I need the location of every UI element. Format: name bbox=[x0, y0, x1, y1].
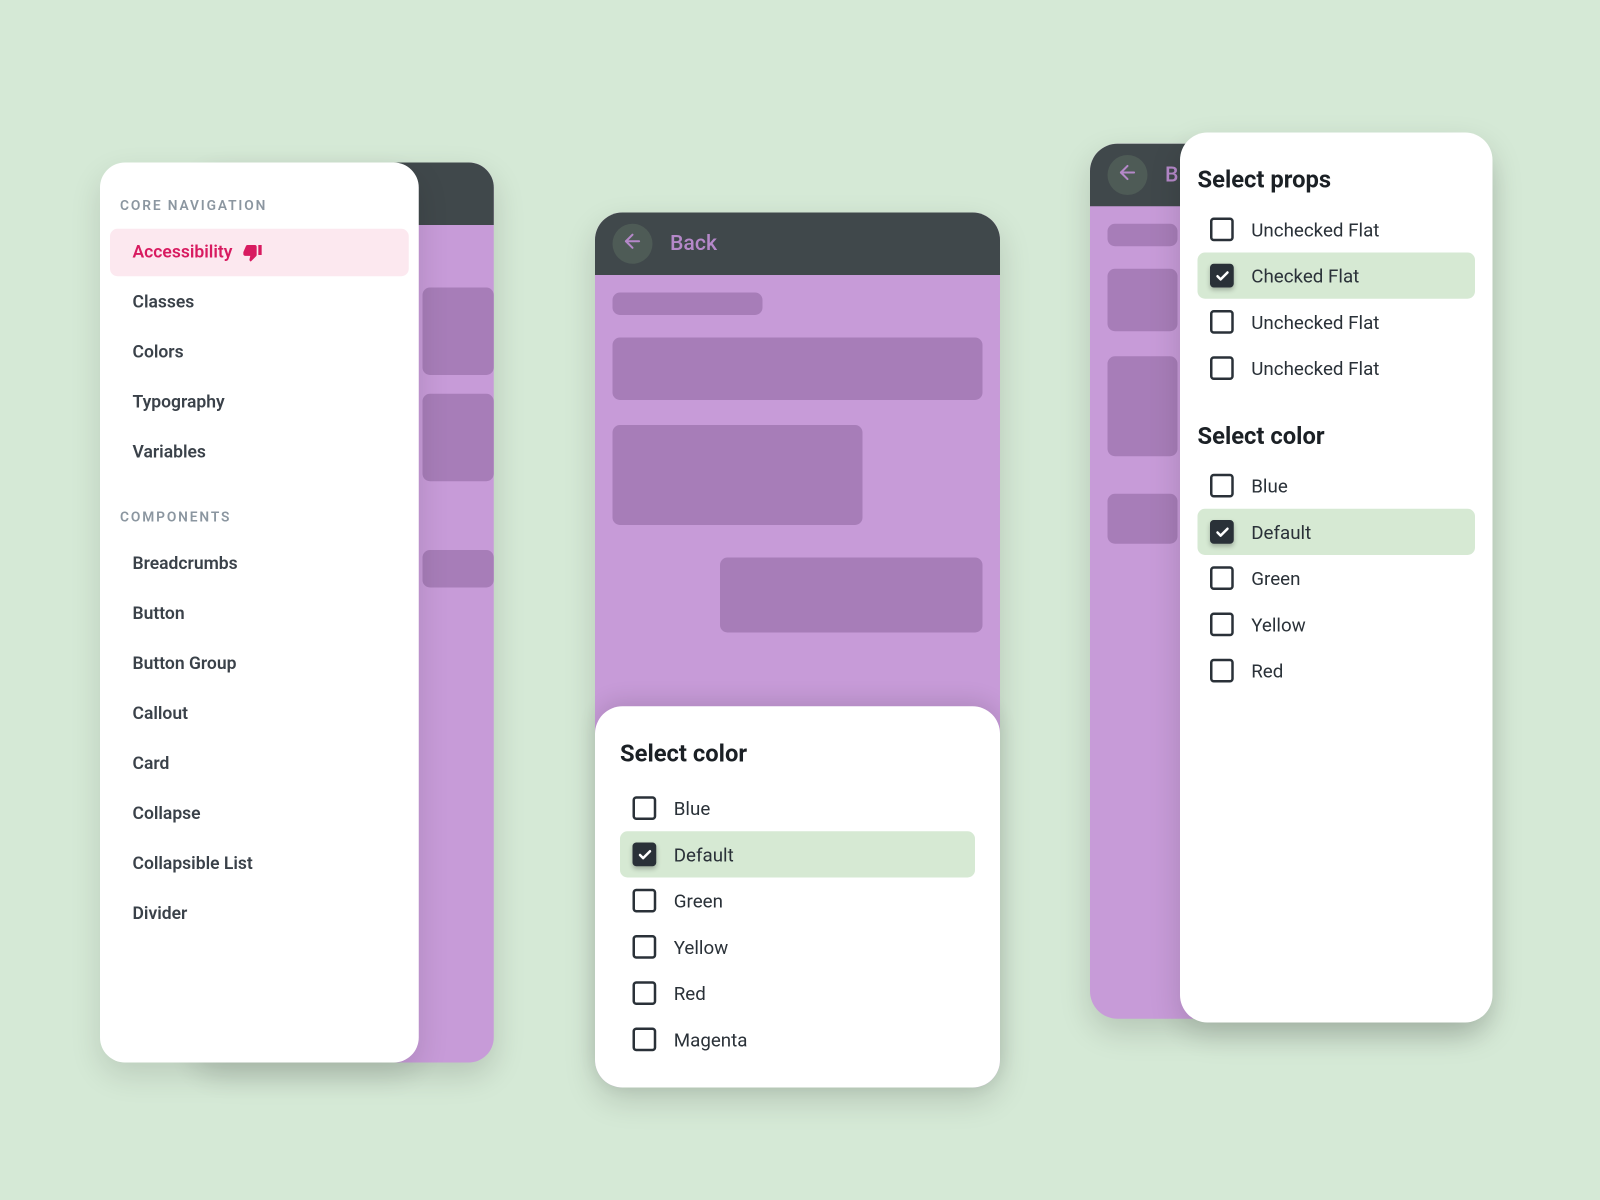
option-label: Unchecked Flat bbox=[1251, 311, 1379, 334]
sheet-title: Select color bbox=[620, 739, 975, 768]
nav-item-variables[interactable]: Variables bbox=[110, 429, 409, 477]
option-green[interactable]: Green bbox=[1198, 555, 1476, 601]
option-label: Green bbox=[1251, 567, 1300, 590]
nav-item-typography[interactable]: Typography bbox=[110, 379, 409, 427]
placeholder-block bbox=[1108, 269, 1178, 332]
panel2-card: Back Select color Blue Default Green Yel… bbox=[595, 213, 1000, 1088]
option-label: Red bbox=[674, 982, 706, 1005]
option-label: Yellow bbox=[1251, 613, 1306, 636]
option-default[interactable]: Default bbox=[620, 831, 975, 877]
panel3-side-sheet: Select props Unchecked Flat Checked Flat… bbox=[1180, 133, 1493, 1023]
option-label: Blue bbox=[674, 797, 711, 820]
placeholder-block bbox=[1108, 224, 1178, 247]
option-red[interactable]: Red bbox=[620, 970, 975, 1016]
option-label: Yellow bbox=[674, 936, 729, 959]
nav-item-label: Colors bbox=[133, 343, 184, 363]
placeholder-block bbox=[423, 394, 494, 482]
arrow-left-icon bbox=[621, 230, 644, 258]
checkbox-icon bbox=[633, 981, 657, 1005]
option-label: Unchecked Flat bbox=[1251, 218, 1379, 241]
nav-item-classes[interactable]: Classes bbox=[110, 279, 409, 327]
panel2-header: Back bbox=[595, 213, 1000, 276]
option-yellow[interactable]: Yellow bbox=[620, 924, 975, 970]
checkbox-icon bbox=[633, 935, 657, 959]
option-label: Checked Flat bbox=[1251, 264, 1359, 287]
nav-item-collapse[interactable]: Collapse bbox=[110, 790, 409, 838]
nav-item-button[interactable]: Button bbox=[110, 590, 409, 638]
nav-item-button-group[interactable]: Button Group bbox=[110, 640, 409, 688]
back-button[interactable] bbox=[1108, 155, 1148, 195]
placeholder-block bbox=[423, 288, 494, 376]
nav-item-label: Breadcrumbs bbox=[133, 554, 238, 574]
option-label: Default bbox=[674, 843, 734, 866]
placeholder-block bbox=[720, 558, 983, 633]
nav-item-label: Accessibility bbox=[133, 243, 233, 263]
checkbox-icon bbox=[1210, 566, 1234, 590]
nav-item-label: Typography bbox=[133, 393, 225, 413]
nav-drawer: CORE NAVIGATION Accessibility Classes Co… bbox=[100, 163, 419, 1063]
checkbox-icon bbox=[1210, 310, 1234, 334]
nav-item-accessibility[interactable]: Accessibility bbox=[110, 229, 409, 277]
option-checked-flat[interactable]: Checked Flat bbox=[1198, 253, 1476, 299]
nav-item-label: Callout bbox=[133, 704, 188, 724]
checkbox-icon bbox=[1210, 264, 1234, 288]
panel2-bottom-sheet: Select color Blue Default Green Yellow R… bbox=[595, 706, 1000, 1087]
nav-item-label: Classes bbox=[133, 293, 195, 313]
nav-section-title-core: CORE NAVIGATION bbox=[100, 198, 419, 229]
checkbox-icon bbox=[1210, 356, 1234, 380]
option-magenta[interactable]: Magenta bbox=[620, 1016, 975, 1062]
nav-item-label: Divider bbox=[133, 904, 188, 924]
checkbox-icon bbox=[633, 889, 657, 913]
placeholder-block bbox=[613, 425, 863, 525]
sheet-title-color: Select color bbox=[1198, 421, 1476, 450]
checkbox-icon bbox=[1210, 659, 1234, 683]
back-label-truncated: B bbox=[1165, 163, 1178, 188]
nav-item-label: Collapse bbox=[133, 804, 201, 824]
checkbox-icon bbox=[633, 1028, 657, 1052]
checkbox-icon bbox=[1210, 520, 1234, 544]
option-blue[interactable]: Blue bbox=[1198, 463, 1476, 509]
option-red[interactable]: Red bbox=[1198, 648, 1476, 694]
nav-item-callout[interactable]: Callout bbox=[110, 690, 409, 738]
option-label: Red bbox=[1251, 659, 1283, 682]
nav-item-divider[interactable]: Divider bbox=[110, 890, 409, 938]
nav-item-label: Collapsible List bbox=[133, 854, 253, 874]
option-yellow[interactable]: Yellow bbox=[1198, 601, 1476, 647]
nav-item-label: Button Group bbox=[133, 654, 237, 674]
nav-item-label: Card bbox=[133, 754, 170, 774]
option-blue[interactable]: Blue bbox=[620, 785, 975, 831]
checkbox-icon bbox=[1210, 613, 1234, 637]
checkbox-icon bbox=[1210, 218, 1234, 242]
option-label: Green bbox=[674, 889, 723, 912]
nav-section-title-components: COMPONENTS bbox=[100, 509, 419, 540]
option-label: Blue bbox=[1251, 474, 1288, 497]
placeholder-block bbox=[1108, 494, 1178, 544]
checkbox-icon bbox=[633, 843, 657, 867]
option-label: Unchecked Flat bbox=[1251, 357, 1379, 380]
option-default[interactable]: Default bbox=[1198, 509, 1476, 555]
nav-item-label: Button bbox=[133, 604, 185, 624]
option-unchecked-flat[interactable]: Unchecked Flat bbox=[1198, 206, 1476, 252]
option-unchecked-flat[interactable]: Unchecked Flat bbox=[1198, 345, 1476, 391]
checkbox-icon bbox=[633, 796, 657, 820]
option-unchecked-flat[interactable]: Unchecked Flat bbox=[1198, 299, 1476, 345]
placeholder-block bbox=[1108, 356, 1178, 456]
option-label: Default bbox=[1251, 521, 1311, 544]
nav-item-colors[interactable]: Colors bbox=[110, 329, 409, 377]
back-label: Back bbox=[670, 231, 717, 256]
nav-item-breadcrumbs[interactable]: Breadcrumbs bbox=[110, 540, 409, 588]
arrow-left-icon bbox=[1116, 161, 1139, 189]
checkbox-icon bbox=[1210, 474, 1234, 498]
option-green[interactable]: Green bbox=[620, 878, 975, 924]
nav-item-card[interactable]: Card bbox=[110, 740, 409, 788]
thumb-down-icon bbox=[242, 243, 262, 263]
placeholder-block bbox=[613, 338, 983, 401]
nav-item-collapsible-list[interactable]: Collapsible List bbox=[110, 840, 409, 888]
back-button[interactable] bbox=[613, 224, 653, 264]
option-label: Magenta bbox=[674, 1028, 748, 1051]
sheet-title-props: Select props bbox=[1198, 165, 1476, 194]
placeholder-block bbox=[423, 550, 494, 588]
placeholder-block bbox=[613, 293, 763, 316]
nav-item-label: Variables bbox=[133, 443, 206, 463]
